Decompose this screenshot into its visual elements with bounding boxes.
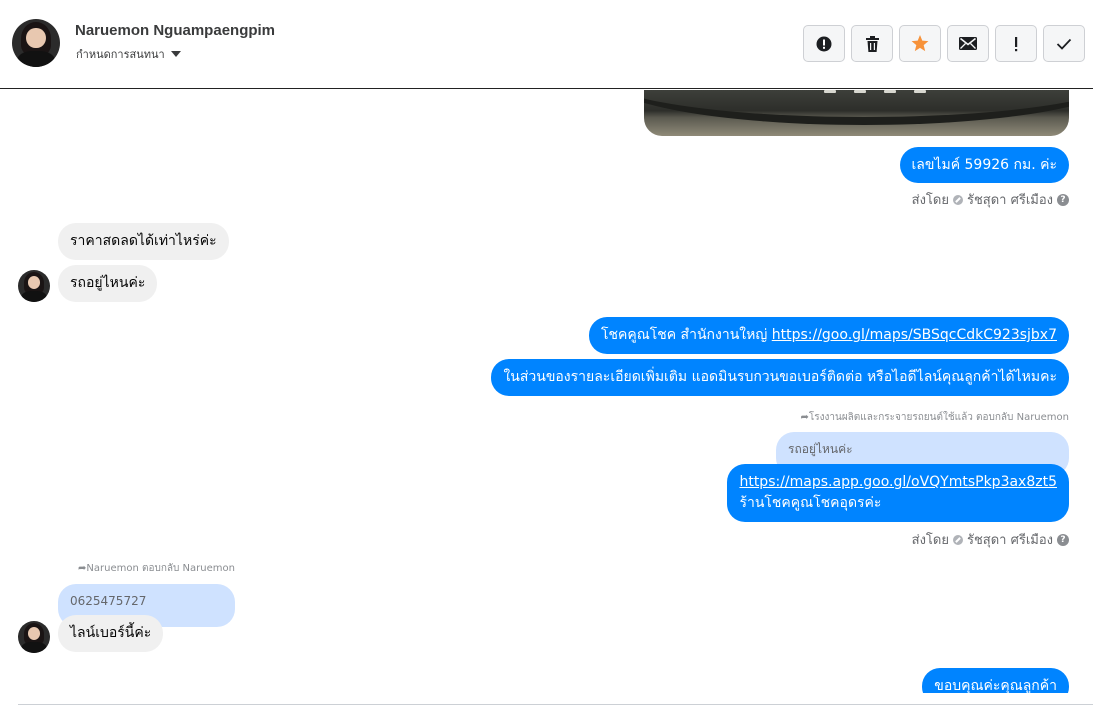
mark-done-button[interactable]: [1043, 25, 1085, 62]
incoming-message[interactable]: ไลน์เบอร์นี้ค่ะ: [58, 615, 164, 652]
outgoing-message[interactable]: ขอบคุณค่ะคุณลูกค้า: [922, 668, 1069, 693]
trash-icon: [865, 35, 879, 52]
message-text: ร้านโชคคูณโชคอุดรค่ะ: [739, 495, 882, 511]
message-text: ในส่วนของรายละเอียดเพิ่มเติม แอดมินรบกวน…: [503, 369, 1057, 385]
sent-by-info: ส่งโดย รัชสุดา ศรีเมือง ?: [912, 189, 1069, 210]
contact-avatar-small[interactable]: [18, 270, 50, 302]
caret-down-icon: [170, 51, 181, 57]
sent-by-agent: รัชสุดา ศรีเมือง: [966, 193, 1053, 208]
sent-by-info: ส่งโดย รัชสุดา ศรีเมือง ?: [912, 529, 1069, 550]
reply-meta: ➦โรงงานผลิตและกระจายรถยนต์ใช้แล้ว ตอบกลั…: [800, 410, 1069, 425]
contact-name[interactable]: Naruemon Nguampaengpim: [75, 22, 275, 39]
map-link[interactable]: https://goo.gl/maps/SBSqcCdkC923sjbx7: [772, 327, 1057, 343]
conversation-schedule-dropdown[interactable]: กำหนดการสนทนา: [76, 45, 181, 63]
map-link[interactable]: https://maps.app.goo.gl/oVQYmtsPkp3ax8zt…: [739, 474, 1057, 490]
quoted-text: 0625475727: [70, 594, 147, 608]
conversation-schedule-label: กำหนดการสนทนา: [76, 48, 165, 61]
star-button[interactable]: [899, 25, 941, 62]
help-icon[interactable]: ?: [1057, 533, 1069, 546]
mark-important-button[interactable]: [995, 25, 1037, 62]
exclamation-icon: [1015, 36, 1018, 51]
quoted-text: รถอยู่ไหนค่ะ: [788, 442, 853, 456]
spam-button[interactable]: [803, 25, 845, 62]
alert-circle-icon: [816, 36, 832, 51]
help-icon[interactable]: ?: [1057, 193, 1069, 206]
reply-meta-text: โรงงานผลิตและกระจายรถยนต์ใช้แล้ว ตอบกลับ…: [808, 412, 1069, 423]
outgoing-message[interactable]: https://maps.app.goo.gl/oVQYmtsPkp3ax8zt…: [727, 464, 1069, 522]
message-thread[interactable]: เลขไมค์ 59926 กม. ค่ะ ส่งโดย รัชสุดา ศรี…: [0, 90, 1093, 693]
message-text: รถอยู่ไหนค่ะ: [70, 275, 146, 291]
agent-icon: [952, 194, 963, 205]
reply-meta-text: Naruemon ตอบกลับ Naruemon: [86, 563, 235, 574]
message-text: ราคาสดลดได้เท่าไหร่ค่ะ: [70, 233, 217, 249]
message-text: โชคคูณโชค สำนักงานใหญ่: [600, 327, 772, 343]
message-text: ขอบคุณค่ะคุณลูกค้า: [934, 678, 1057, 693]
delete-button[interactable]: [851, 25, 893, 62]
agent-icon: [952, 534, 963, 545]
message-text: ไลน์เบอร์นี้ค่ะ: [70, 625, 152, 641]
photo-attachment[interactable]: [644, 90, 1069, 136]
contact-avatar-small[interactable]: [18, 621, 50, 653]
incoming-message[interactable]: รถอยู่ไหนค่ะ: [58, 265, 158, 302]
sent-by-prefix: ส่งโดย: [911, 193, 949, 208]
mark-unread-button[interactable]: [947, 25, 989, 62]
contact-avatar[interactable]: [12, 19, 60, 67]
incoming-message[interactable]: ราคาสดลดได้เท่าไหร่ค่ะ: [58, 223, 229, 260]
envelope-icon: [959, 37, 977, 50]
checkmark-icon: [1056, 38, 1072, 50]
sent-by-agent: รัชสุดา ศรีเมือง: [966, 533, 1053, 548]
reply-meta: ➦Naruemon ตอบกลับ Naruemon: [78, 561, 235, 576]
outgoing-message[interactable]: เลขไมค์ 59926 กม. ค่ะ: [899, 147, 1069, 183]
sent-by-prefix: ส่งโดย: [911, 533, 949, 548]
reply-arrow-icon: ➦: [800, 412, 809, 423]
outgoing-message[interactable]: ในส่วนของรายละเอียดเพิ่มเติม แอดมินรบกวน…: [491, 359, 1069, 396]
action-toolbar: [803, 25, 1085, 62]
star-icon: [911, 35, 929, 52]
conversation-header: Naruemon Nguampaengpim กำหนดการสนทนา: [0, 0, 1093, 89]
message-text: เลขไมค์ 59926 กม. ค่ะ: [911, 157, 1058, 173]
outgoing-message[interactable]: โชคคูณโชค สำนักงานใหญ่ https://goo.gl/ma…: [588, 317, 1069, 354]
